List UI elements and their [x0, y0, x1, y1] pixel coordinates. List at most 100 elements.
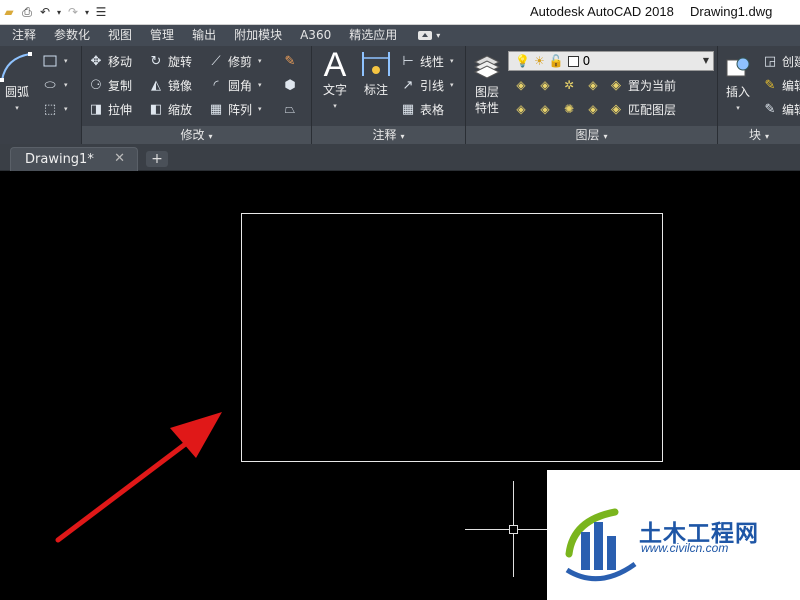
ribbon-minimize-toggle[interactable]: ▾ [414, 29, 444, 43]
rotate-icon: ↻ [150, 53, 162, 69]
edit-block-icon: ✎ [764, 77, 776, 93]
layers-panel-label[interactable]: 图层 ▾ [466, 126, 717, 144]
print-icon[interactable]: ⎙ [18, 2, 36, 22]
offset-button[interactable]: ⏢ [282, 99, 298, 119]
app-title: Autodesk AutoCAD 2018 [530, 4, 674, 19]
edit-label: 编辑 [782, 78, 800, 93]
layer-isolate-icon[interactable]: ◈ [536, 76, 554, 94]
stretch-button[interactable]: ◨ 拉伸 [88, 99, 132, 119]
layer-dropdown[interactable]: 💡 ☀ 🔓 0 ▼ [508, 51, 714, 71]
array-button[interactable]: ▦ 阵列 ▾ [208, 99, 262, 119]
mirror-button[interactable]: ◭ 镜像 [148, 75, 192, 95]
tab-featured-apps[interactable]: 精选应用 [340, 25, 406, 46]
edit-attributes-button[interactable]: ✎ 编辑 [762, 99, 800, 119]
scale-button[interactable]: ◧ 缩放 [148, 99, 192, 119]
insert-button[interactable]: 插入 ▾ [720, 50, 756, 116]
chevron-down-icon: ▾ [208, 132, 213, 141]
new-tab-button[interactable]: + [146, 151, 168, 167]
draw-panel: 圆弧 ▾ ▾ ⬭ ▾ ⬚ ▾ [0, 46, 82, 144]
layer-thaw-icon[interactable]: ✺ [560, 100, 578, 118]
array-label: 阵列 [228, 102, 253, 117]
tab-parametric[interactable]: 参数化 [45, 25, 99, 46]
rotate-button[interactable]: ↻ 旋转 [148, 51, 192, 71]
leader-button[interactable]: ↗ 引线 ▾ [400, 75, 454, 95]
layer-properties-button[interactable]: 图层 特性 [468, 50, 506, 116]
insert-block-icon [720, 50, 756, 84]
scale-label: 缩放 [168, 102, 193, 117]
redo-icon[interactable]: ↷ [64, 2, 82, 22]
rectangle-icon [42, 53, 58, 69]
chevron-down-icon: ▾ [64, 81, 68, 89]
tab-a360[interactable]: A360 [291, 25, 340, 46]
dimension-button[interactable]: 标注 [356, 48, 396, 98]
watermark-url: www.civilcn.com [641, 541, 729, 555]
tab-output[interactable]: 输出 [183, 25, 225, 46]
text-button[interactable]: A 文字 ▾ [316, 45, 354, 114]
layer-off-icon[interactable]: ◈ [512, 76, 530, 94]
ribbon: 圆弧 ▾ ▾ ⬭ ▾ ⬚ ▾ ✥ 移动 ↻ 旋转 ⟋ 修剪 ▾ ✎ ⚆ 复制 ◭… [0, 46, 800, 144]
match-layer-button[interactable]: ◈ 匹配图层 [608, 99, 676, 119]
set-current-button[interactable]: ◈ 置为当前 [608, 75, 676, 95]
annotation-panel-label[interactable]: 注释 ▾ [312, 126, 465, 144]
table-button[interactable]: ▦ 表格 [400, 99, 444, 119]
rectangle-tool[interactable]: ▾ [42, 51, 68, 71]
chevron-down-icon: ▾ [64, 57, 68, 65]
redo-dropdown-icon[interactable]: ▾ [82, 2, 92, 22]
undo-icon[interactable]: ↶ [36, 2, 54, 22]
chevron-down-icon: ▾ [64, 105, 68, 113]
folder-icon[interactable]: ▰ [0, 2, 18, 22]
watermark: 土木工程网 www.civilcn.com [547, 470, 800, 600]
chevron-down-icon: ▾ [258, 81, 262, 89]
edit-attributes-icon: ✎ [764, 101, 776, 117]
create-block-icon: ◲ [763, 53, 777, 69]
file-title: Drawing1.dwg [690, 4, 773, 19]
text-label: 文字 [322, 83, 347, 97]
copy-label: 复制 [108, 78, 133, 93]
linear-dimension-button[interactable]: ⊢ 线性 ▾ [400, 51, 454, 71]
layer-lock-icon[interactable]: ◈ [584, 76, 602, 94]
erase-button[interactable]: ✎ [282, 51, 298, 71]
modify-panel: ✥ 移动 ↻ 旋转 ⟋ 修剪 ▾ ✎ ⚆ 复制 ◭ 镜像 ◜ 圆角 ▾ ⬢ ◨ … [82, 46, 312, 144]
close-icon[interactable]: ✕ [114, 151, 125, 166]
tab-view[interactable]: 视图 [99, 25, 141, 46]
tab-addins[interactable]: 附加模块 [225, 25, 291, 46]
edit-block-button[interactable]: ✎ 编辑 [762, 75, 800, 95]
linear-dimension-icon: ⊢ [402, 53, 414, 69]
layer-properties-label-2: 特性 [474, 101, 499, 115]
create-block-button[interactable]: ◲ 创建 [762, 51, 800, 71]
autocad-window: ▰ ⎙ ↶ ▾ ↷ ▾ ☰ Autodesk AutoCAD 2018 Draw… [0, 0, 800, 600]
layer-freeze-icon[interactable]: ✲ [560, 76, 578, 94]
customize-icon[interactable]: ☰ [92, 2, 110, 22]
modify-panel-label[interactable]: 修改 ▾ [82, 126, 311, 144]
copy-button[interactable]: ⚆ 复制 [88, 75, 132, 95]
annotation-panel: A 文字 ▾ 标注 ⊢ 线性 ▾ ↗ 引线 ▾ ▦ 表格 注释 ▾ [312, 46, 466, 144]
fillet-button[interactable]: ◜ 圆角 ▾ [208, 75, 262, 95]
move-button[interactable]: ✥ 移动 [88, 51, 132, 71]
linear-label: 线性 [420, 54, 445, 69]
text-icon: A [323, 45, 347, 84]
layer-unisolate-icon[interactable]: ◈ [536, 100, 554, 118]
leader-icon: ↗ [402, 77, 414, 93]
undo-dropdown-icon[interactable]: ▾ [54, 2, 64, 22]
layer-properties-label-1: 图层 [474, 85, 499, 99]
array-icon: ▦ [209, 101, 223, 117]
layer-unlock-icon[interactable]: ◈ [584, 100, 602, 118]
trim-button[interactable]: ⟋ 修剪 ▾ [208, 51, 261, 71]
tab-manage[interactable]: 管理 [141, 25, 183, 46]
arc-button[interactable]: 圆弧 ▾ [0, 50, 34, 116]
block-panel-label[interactable]: 块 ▾ [718, 126, 800, 144]
chevron-down-icon: ▾ [450, 57, 454, 65]
region-icon: ⬚ [43, 101, 57, 117]
hatch-icon: ⬭ [44, 77, 56, 93]
document-tab-drawing1[interactable]: Drawing1* ✕ [10, 147, 138, 171]
set-current-label: 置为当前 [628, 78, 677, 93]
copy-icon: ⚆ [90, 77, 102, 93]
create-label: 创建 [782, 54, 800, 69]
tab-annotate[interactable]: 注释 [0, 25, 45, 46]
region-tool[interactable]: ⬚ ▾ [42, 99, 68, 119]
explode-button[interactable]: ⬢ [282, 75, 298, 95]
hatch-tool[interactable]: ⬭ ▾ [42, 75, 68, 95]
trim-icon: ⟋ [211, 53, 221, 69]
set-current-icon: ◈ [611, 77, 621, 93]
layer-on-icon[interactable]: ◈ [512, 100, 530, 118]
